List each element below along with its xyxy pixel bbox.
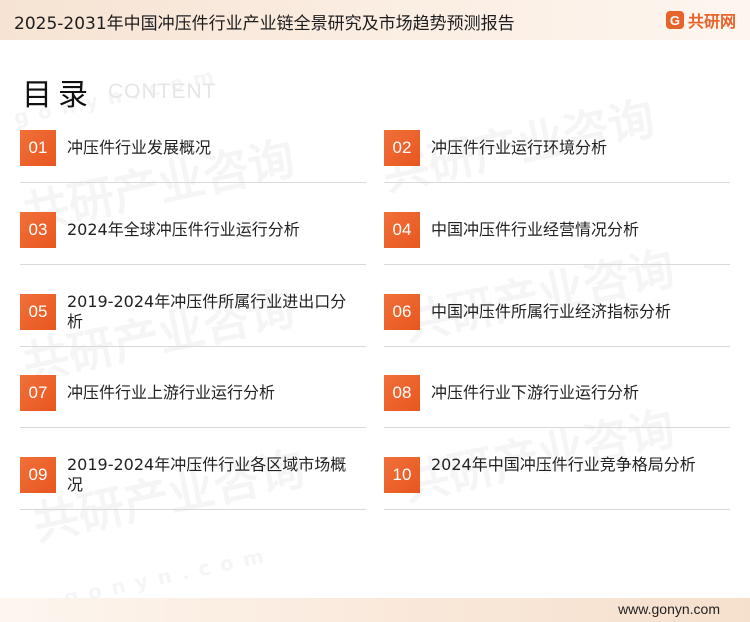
toc-item-02[interactable]: 02 冲压件行业运行环境分析 [384, 130, 730, 183]
toc-label: 冲压件行业发展概况 [67, 138, 212, 157]
toc-number: 09 [20, 457, 56, 493]
report-title: 2025-2031年中国冲压件行业产业链全景研究及市场趋势预测报告 [14, 14, 515, 34]
toc-number: 04 [384, 212, 420, 248]
toc-label: 2019-2024年冲压件行业各区域市场概况 [67, 455, 347, 494]
toc-item-10[interactable]: 10 2024年中国冲压件行业竞争格局分析 [384, 455, 730, 510]
toc-number: 07 [20, 375, 56, 411]
brand-name: 共研网 [687, 12, 736, 31]
header-bar: 2025-2031年中国冲压件行业产业链全景研究及市场趋势预测报告 G 共研网 [0, 0, 750, 40]
toc-number: 06 [384, 294, 420, 330]
footer-url[interactable]: www.gonyn.com [618, 601, 720, 617]
toc-label: 中国冲压件所属行业经济指标分析 [431, 302, 672, 321]
toc-title: 目录 [22, 78, 94, 113]
toc-item-04[interactable]: 04 中国冲压件行业经营情况分析 [384, 212, 730, 265]
toc-item-09[interactable]: 09 2019-2024年冲压件行业各区域市场概况 [20, 455, 366, 510]
toc-number: 02 [384, 130, 420, 166]
brand-logo: G 共研网 [665, 9, 736, 31]
toc-number: 01 [20, 130, 56, 166]
toc-number: 08 [384, 375, 420, 411]
toc-item-01[interactable]: 01 冲压件行业发展概况 [20, 130, 366, 183]
toc-label: 冲压件行业运行环境分析 [431, 138, 608, 157]
footer-bar: www.gonyn.com [0, 598, 750, 622]
toc-label: 中国冲压件行业经营情况分析 [431, 220, 640, 239]
toc-item-05[interactable]: 05 2019-2024年冲压件所属行业进出口分析 [20, 292, 366, 347]
toc-item-07[interactable]: 07 冲压件行业上游行业运行分析 [20, 375, 366, 428]
toc-label: 冲压件行业上游行业运行分析 [67, 383, 276, 402]
toc-label: 2024年中国冲压件行业竞争格局分析 [431, 455, 696, 474]
toc-number: 03 [20, 212, 56, 248]
toc-item-08[interactable]: 08 冲压件行业下游行业运行分析 [384, 375, 730, 428]
toc-label: 冲压件行业下游行业运行分析 [431, 383, 640, 402]
toc-number: 05 [20, 294, 56, 330]
toc-label: 2019-2024年冲压件所属行业进出口分析 [67, 292, 347, 331]
toc-number: 10 [384, 457, 420, 493]
brand-g-icon: G [665, 11, 684, 29]
toc-label: 2024年全球冲压件行业运行分析 [67, 220, 300, 239]
toc-item-03[interactable]: 03 2024年全球冲压件行业运行分析 [20, 212, 366, 265]
toc-subtitle: CONTENT [108, 80, 217, 103]
toc-item-06[interactable]: 06 中国冲压件所属行业经济指标分析 [384, 294, 730, 347]
